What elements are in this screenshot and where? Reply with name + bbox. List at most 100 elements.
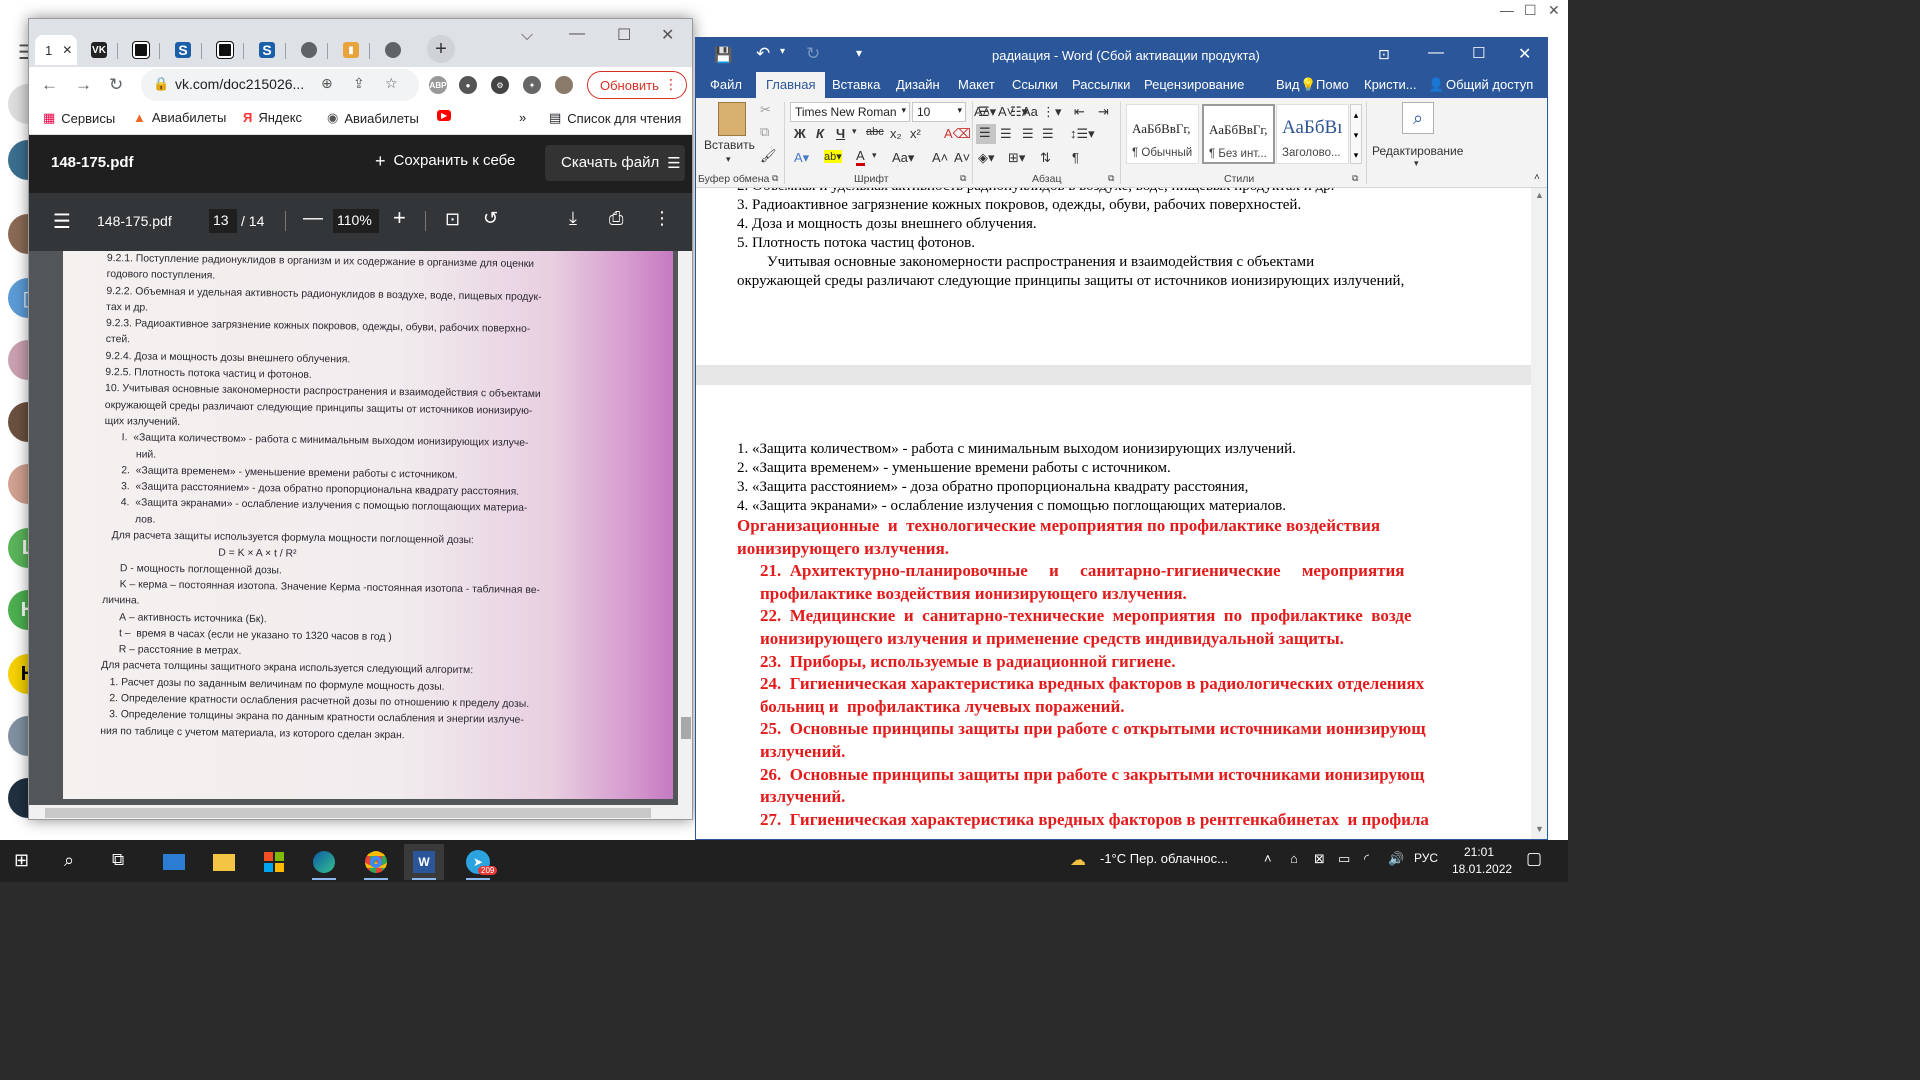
tab-insert[interactable]: Вставка [832, 77, 880, 92]
chevron-down-icon[interactable]: ⌵ [521, 27, 533, 45]
underline-icon[interactable]: Ч [836, 126, 845, 141]
url-text[interactable]: vk.com/doc215026... [175, 76, 304, 92]
bookmark-yandex[interactable]: Я Яндекс [243, 110, 302, 125]
profile-avatar[interactable] [555, 76, 573, 94]
bookmark-aviatickets-2[interactable]: ◉ Авиабилеты [327, 110, 419, 126]
more-bookmarks[interactable]: » [519, 110, 526, 125]
tab-home[interactable]: Главная [756, 72, 826, 98]
telegram-app[interactable]: ➤ 209 [458, 844, 498, 880]
font-color-icon[interactable]: A [856, 148, 865, 166]
clock-time[interactable]: 21:01 [1464, 845, 1494, 859]
tab-pdf[interactable]: 1 ✕ [35, 35, 77, 65]
font-name-input[interactable]: Times New Roman ▾ [790, 102, 910, 122]
tab-review[interactable]: Рецензирование [1144, 77, 1244, 92]
customize-toolbar-icon[interactable]: ▾ [856, 46, 862, 60]
pilcrow-icon[interactable]: ¶ [1072, 150, 1079, 165]
mouse-icon[interactable]: ● [459, 76, 477, 94]
minimize-icon[interactable]: — [1500, 2, 1514, 18]
windows-start-icon[interactable]: ⊞ [14, 850, 29, 871]
wifi-icon[interactable]: ◜ [1364, 851, 1369, 867]
line-spacing-icon[interactable]: ↕☰▾ [1070, 126, 1095, 142]
document-area[interactable]: 2. Объемная и удельная активность радион… [696, 188, 1547, 839]
pdf-viewport[interactable]: 9.2.1. Поступление радионуклидов в орган… [29, 251, 692, 819]
volume-icon[interactable]: 🔊 [1388, 851, 1404, 867]
numbering-icon[interactable]: ☷▾ [1010, 104, 1028, 120]
more-options-icon[interactable]: ⋮ [653, 208, 671, 229]
close-icon[interactable]: ✕ [1548, 2, 1560, 19]
tab-mailings[interactable]: Рассылки [1072, 77, 1130, 92]
update-button[interactable]: Обновить ⋮ [587, 71, 687, 99]
search-icon[interactable]: ⌕ [64, 850, 74, 871]
edge-app[interactable] [304, 844, 344, 880]
bookmark-aviatickets[interactable]: ▲ Авиабилеты [133, 110, 226, 125]
save-to-self-button[interactable]: + Сохранить к себе [375, 152, 515, 170]
superscript-icon[interactable]: x² [910, 126, 921, 141]
close-icon[interactable]: ✕ [661, 25, 674, 45]
paste-button[interactable]: Вставить [704, 138, 755, 152]
tab-chart[interactable]: ▮ [335, 35, 367, 65]
format-painter-icon[interactable]: 🖌 [760, 148, 777, 164]
camera-icon[interactable]: ⌂ [1290, 851, 1298, 866]
increase-indent-icon[interactable]: ⇥ [1098, 104, 1109, 120]
tab-note[interactable] [125, 35, 157, 65]
adblock-icon[interactable]: ABP [429, 76, 447, 94]
dialog-launcher-icon[interactable]: ⧉ [772, 173, 778, 184]
close-icon[interactable]: ✕ [1518, 44, 1531, 64]
bold-icon[interactable]: Ж [794, 126, 806, 141]
subscript-icon[interactable]: x₂ [890, 126, 902, 141]
highlight-icon[interactable]: ab▾ [824, 150, 842, 163]
clock-date[interactable]: 18.01.2022 [1452, 862, 1512, 876]
tab-view[interactable]: Вид [1276, 77, 1300, 92]
save-icon[interactable]: 💾 [714, 46, 733, 64]
editing-button[interactable]: Редактирование [1372, 144, 1463, 158]
copy-icon[interactable]: ⧉ [760, 124, 769, 140]
grow-font-2-icon[interactable]: A˄ [932, 150, 948, 165]
maximize-icon[interactable]: ☐ [1524, 2, 1537, 19]
vertical-scrollbar[interactable] [678, 251, 692, 819]
share-button[interactable]: Общий доступ [1446, 77, 1533, 92]
download-icon[interactable]: ⤓ [569, 208, 577, 229]
paste-icon[interactable] [718, 102, 746, 136]
battery-icon[interactable]: ▭ [1338, 851, 1350, 867]
collapse-ribbon-icon[interactable]: ˄ [1534, 172, 1540, 183]
tab-globe[interactable] [293, 35, 325, 65]
strikethrough-icon[interactable]: abc [866, 126, 884, 138]
cut-icon[interactable]: ✂ [760, 102, 771, 118]
gear-icon[interactable]: ⚙ [491, 76, 509, 94]
tab-file[interactable]: Файл [710, 77, 742, 92]
user-account[interactable]: Кристи... [1364, 77, 1417, 92]
editing-dropdown-icon[interactable]: ▾ [1414, 158, 1419, 169]
chevron-up-icon[interactable]: ˄ [1264, 851, 1272, 866]
italic-icon[interactable]: К [816, 126, 824, 141]
minimize-icon[interactable]: — [1428, 44, 1444, 62]
text-effects-icon[interactable]: A▾ [794, 150, 809, 166]
justify-icon[interactable]: ☰ [1042, 126, 1054, 142]
mail-app[interactable] [154, 844, 194, 880]
redo-icon[interactable]: ↻ [806, 44, 820, 64]
weather-text[interactable]: -1°C Пер. облачнос... [1100, 851, 1228, 866]
star-icon[interactable]: ☆ [385, 75, 398, 92]
clear-format-icon[interactable]: A⌫ [944, 126, 971, 142]
font-size-input[interactable]: 10 ▾ [912, 102, 966, 122]
language-indicator[interactable]: РУС [1414, 851, 1438, 865]
undo-icon[interactable]: ↶ [756, 44, 770, 64]
share-icon[interactable]: ⇪ [353, 75, 365, 92]
tab-note-2[interactable] [209, 35, 241, 65]
tell-me-search[interactable]: Помо [1316, 77, 1349, 92]
maximize-icon[interactable]: ☐ [1472, 44, 1485, 62]
file-explorer-app[interactable] [204, 844, 244, 880]
sort-icon[interactable]: ⇅ [1040, 150, 1051, 166]
tab-layout[interactable]: Макет [958, 77, 995, 92]
vertical-scrollbar[interactable]: ▲ ▼ [1531, 188, 1547, 839]
align-right-icon[interactable]: ☰ [1022, 126, 1034, 142]
zoom-in-icon[interactable]: + [393, 205, 406, 231]
ribbon-display-icon[interactable]: ⊡ [1378, 46, 1390, 63]
font-color-dropdown-icon[interactable]: ▾ [872, 150, 877, 161]
maximize-icon[interactable]: ☐ [617, 25, 631, 45]
align-left-button[interactable]: ☰ [976, 124, 996, 144]
tab-design[interactable]: Дизайн [896, 77, 940, 92]
close-tab-icon[interactable]: ✕ [62, 43, 72, 57]
reading-list[interactable]: ▤ Список для чтения [549, 110, 681, 126]
style-no-spacing[interactable]: АаБбВвГг, ¶ Без инт... [1202, 104, 1275, 164]
new-tab-button[interactable]: + [427, 35, 455, 63]
